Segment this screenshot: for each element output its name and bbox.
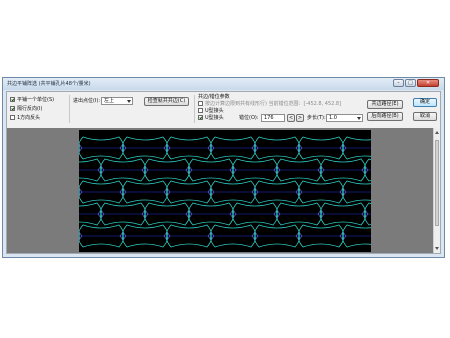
nested-part-outline bbox=[79, 142, 80, 154]
start-point-value: 左上 bbox=[104, 98, 115, 104]
common-edge-node bbox=[406, 210, 412, 218]
checkbox-label: 隔行反向(I) bbox=[17, 106, 43, 112]
common-edge-node bbox=[384, 188, 390, 196]
checkbox-label: U型接头 bbox=[205, 108, 224, 114]
checkbox-label: 平铺一个单位(S) bbox=[17, 97, 55, 103]
checkbox-label: U型接头 bbox=[205, 115, 224, 121]
checkbox-box[interactable] bbox=[10, 115, 15, 120]
rear-common-path-button[interactable]: 后向路径(B) bbox=[367, 112, 403, 121]
cancel-button[interactable]: 取消 bbox=[413, 112, 437, 121]
checkbox-label: 1方向反头 bbox=[17, 115, 41, 121]
offset-decrease-button[interactable]: < bbox=[287, 114, 295, 122]
common-edge-group-title: 共边/错位参数 bbox=[198, 94, 230, 100]
start-point-select[interactable]: 左上 bbox=[101, 97, 133, 105]
common-edge-node bbox=[406, 166, 412, 174]
scroll-up-icon[interactable] bbox=[435, 131, 439, 134]
checkbox-option-a[interactable]: U型接头 bbox=[198, 108, 224, 114]
nested-part-outline bbox=[79, 186, 80, 198]
checkbox-single-unit[interactable]: 平铺一个单位(S) bbox=[10, 97, 54, 103]
window-title: 共边平铺阵选 (共平铺孔片48个/量米) bbox=[7, 81, 91, 87]
chevron-down-icon bbox=[127, 100, 131, 103]
checkbox-option-b[interactable]: U型接头 bbox=[198, 115, 224, 121]
step-label: 步长(T): bbox=[307, 115, 326, 121]
dialog-client-area: 平铺一个单位(S) 隔行反向(I) 1方向反头 进出点位(I): 左上 检查就共… bbox=[6, 91, 441, 254]
separator bbox=[194, 95, 195, 123]
checkbox-box[interactable] bbox=[198, 115, 203, 120]
offset-increase-button[interactable]: > bbox=[296, 114, 304, 122]
step-value: 1.0 bbox=[329, 115, 337, 121]
nested-part-outline bbox=[364, 158, 371, 182]
step-select[interactable]: 1.0 bbox=[326, 114, 363, 122]
maximize-button[interactable]: □ bbox=[405, 79, 416, 87]
checkbox-auto-calc[interactable]: 按边计算边限到共有线形行) 当前错位范围：[-452.8, 452.8] bbox=[198, 101, 341, 107]
checkbox-box[interactable] bbox=[198, 108, 203, 113]
title-bar[interactable]: 共边平铺阵选 (共平铺孔片48个/量米) – □ ✕ bbox=[3, 78, 444, 90]
preview-area[interactable] bbox=[7, 128, 433, 253]
checkbox-alternate-reverse[interactable]: 隔行反向(I) bbox=[10, 106, 42, 112]
confirm-button[interactable]: 确定 bbox=[413, 98, 437, 107]
nested-part-outline bbox=[387, 225, 432, 247]
check-common-edge-button[interactable]: 检查就共共边(C) bbox=[144, 97, 189, 106]
scroll-down-icon[interactable] bbox=[435, 247, 439, 250]
minimize-button[interactable]: – bbox=[393, 79, 404, 87]
chevron-down-icon bbox=[357, 117, 361, 120]
nested-part-outline bbox=[387, 181, 432, 203]
offset-input[interactable]: 176 bbox=[261, 114, 285, 122]
scroll-thumb[interactable] bbox=[435, 140, 439, 226]
checkbox-box[interactable] bbox=[10, 106, 15, 111]
nesting-preview-canvas bbox=[79, 130, 432, 252]
nest-dialog-window: 共边平铺阵选 (共平铺孔片48个/量米) – □ ✕ 平铺一个单位(S) 隔行反… bbox=[2, 77, 445, 258]
checkbox-label: 按边计算边限到共有线形行) 当前错位范围：[-452.8, 452.8] bbox=[205, 101, 342, 107]
common-edge-path-button[interactable]: 共边路径(E) bbox=[367, 100, 403, 109]
offset-label: 错位(O): bbox=[239, 115, 259, 121]
checkbox-box[interactable] bbox=[198, 101, 203, 106]
nested-part-outline bbox=[79, 230, 80, 242]
common-edge-node bbox=[384, 144, 390, 152]
common-edge-node bbox=[384, 232, 390, 240]
nested-part-outline bbox=[387, 137, 432, 159]
separator bbox=[69, 95, 70, 123]
close-button[interactable]: ✕ bbox=[417, 79, 439, 87]
start-point-label: 进出点位(I): bbox=[73, 98, 101, 104]
checkbox-direction-reverse[interactable]: 1方向反头 bbox=[10, 115, 40, 121]
nested-part-outline bbox=[364, 202, 371, 226]
checkbox-box[interactable] bbox=[10, 97, 15, 102]
vertical-scrollbar[interactable] bbox=[433, 128, 440, 253]
